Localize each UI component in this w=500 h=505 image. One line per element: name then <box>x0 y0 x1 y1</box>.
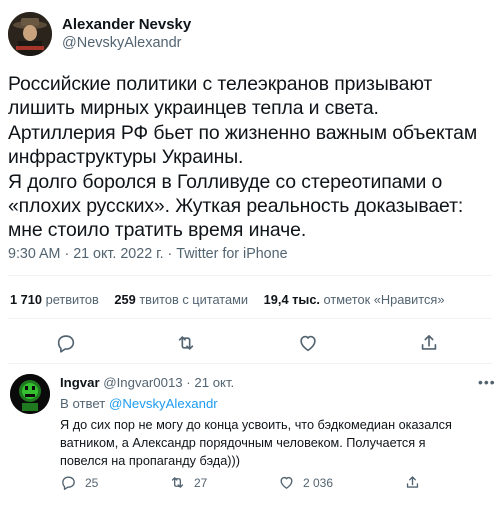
speech-bubble-icon <box>62 476 75 490</box>
reply-text-line: повелся на пропаганду бэда))) <box>60 454 240 468</box>
reply-header: Ingvar @Ingvar0013 · 21 окт. <box>60 375 234 390</box>
divider <box>8 363 492 364</box>
reply-date[interactable]: 21 окт. <box>194 375 234 390</box>
quotes-stat[interactable]: 259 твитов с цитатами <box>114 292 248 307</box>
reply-button[interactable] <box>55 332 79 356</box>
retweets-label: ретвитов <box>42 292 99 307</box>
quotes-count: 259 <box>114 292 136 307</box>
reply-reply-button[interactable]: 25 <box>60 474 98 494</box>
reply-retweet-button[interactable]: 27 <box>169 474 207 494</box>
tweet-text: Российские политики с телеэкранов призыв… <box>8 72 494 243</box>
reply-text: Я до сих пор не могу до конца усвоить, ч… <box>60 416 480 470</box>
reply-like-button[interactable]: 2 036 <box>278 474 333 494</box>
reply-share-button[interactable] <box>404 474 421 494</box>
retweet-icon <box>171 477 184 488</box>
tweet-text-line: лишить мирных украинцев тепла и света. <box>8 97 379 120</box>
reply-replies-count: 25 <box>85 475 99 490</box>
likes-count: 19,4 тыс. <box>263 292 320 307</box>
divider <box>8 318 492 319</box>
share-button[interactable] <box>418 332 442 356</box>
reply-separator: · <box>182 375 195 390</box>
tweet-meta: 9:30 AM · 21 окт. 2022 г. · Twitter for … <box>8 246 288 262</box>
retweet-icon <box>178 336 194 350</box>
retweets-stat[interactable]: 1 710 ретвитов <box>10 292 99 307</box>
reply-to-line: В ответ @NevskyAlexandr <box>60 396 218 411</box>
tweet-stats: 1 710 ретвитов 259 твитов с цитатами 19,… <box>10 292 456 307</box>
tweet-text-line: мне стоило тратить время иначе. <box>8 219 307 242</box>
heart-icon <box>300 335 316 352</box>
share-icon <box>421 335 437 350</box>
tweet-time[interactable]: 9:30 AM <box>8 246 60 262</box>
author-display-name[interactable]: Alexander Nevsky <box>62 15 191 34</box>
reply-to-mention[interactable]: @NevskyAlexandr <box>109 396 218 411</box>
heart-icon <box>280 476 293 489</box>
reply-avatar[interactable] <box>10 374 50 414</box>
author-handle[interactable]: @NevskyAlexandr <box>62 34 191 53</box>
author-avatar[interactable] <box>8 12 52 56</box>
divider <box>8 275 492 276</box>
likes-stat[interactable]: 19,4 тыс. отметок «Нравится» <box>264 292 445 307</box>
tweet-text-line: Артиллерия РФ бьет по жизненно важным об… <box>8 121 478 144</box>
meta-separator: · <box>163 246 177 262</box>
like-button[interactable] <box>297 332 321 356</box>
reply-likes-count: 2 036 <box>303 475 334 490</box>
likes-label: отметок «Нравится» <box>320 292 445 307</box>
tweet-date[interactable]: 21 окт. 2022 г. <box>73 246 163 262</box>
tweet-text-line: «плохих русских». Жуткая реальность дока… <box>8 195 464 218</box>
speech-bubble-icon <box>57 335 75 353</box>
retweets-count: 1 710 <box>10 292 43 307</box>
reply-text-line: Я до сих пор не могу до конца усвоить, ч… <box>60 418 452 432</box>
reply-author-handle[interactable]: @Ingvar0013 <box>103 375 182 390</box>
tweet-text-line: инфраструктуры Украины. <box>8 146 244 169</box>
tweet-source[interactable]: Twitter for iPhone <box>176 246 287 262</box>
retweet-button[interactable] <box>175 332 199 356</box>
tweet-author: Alexander Nevsky @NevskyAlexandr <box>8 12 492 64</box>
share-icon <box>406 476 419 488</box>
reply-to-prefix: В ответ <box>60 396 110 411</box>
more-dots-icon[interactable]: ••• <box>478 374 496 390</box>
reply-author-name[interactable]: Ingvar <box>60 375 100 390</box>
reply-retweets-count: 27 <box>194 475 208 490</box>
tweet-text-line: Российские политики с телеэкранов призыв… <box>8 73 433 95</box>
meta-separator: · <box>60 246 74 262</box>
tweet-text-line: Я долго боролся в Голливуде со стереотип… <box>8 170 443 193</box>
reply-text-line: ватником, а Александр порядочным человек… <box>60 436 426 450</box>
quotes-label: твитов с цитатами <box>135 292 249 307</box>
